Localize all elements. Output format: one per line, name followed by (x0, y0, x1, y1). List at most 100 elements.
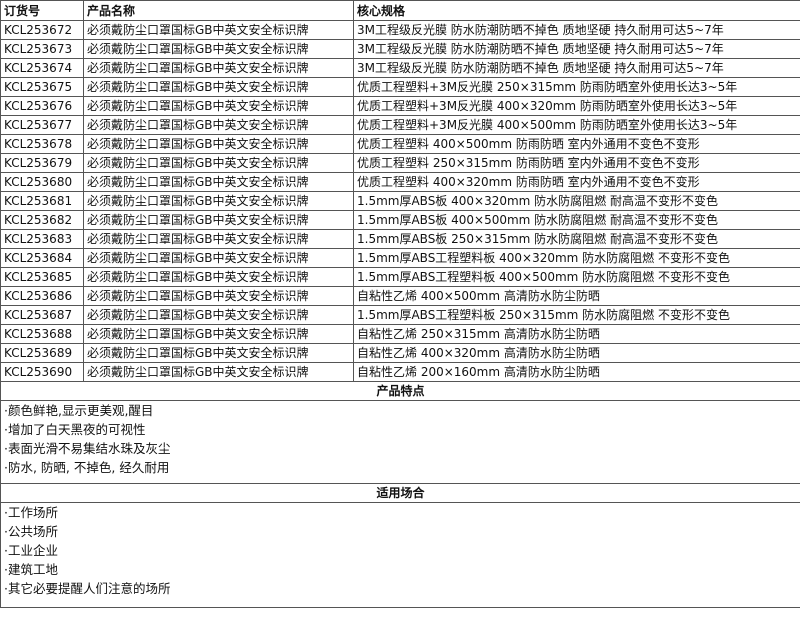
cell-name: 必须戴防尘口罩国标GB中英文安全标识牌 (83, 305, 354, 325)
cell-code: KCL253690 (0, 362, 84, 382)
cell-code: KCL253681 (0, 191, 84, 211)
cell-spec: 3M工程级反光膜 防水防潮防晒不掉色 质地坚硬 持久耐用可达5~7年 (353, 20, 800, 40)
cell-code: KCL253683 (0, 229, 84, 249)
table-row: KCL253689 必须戴防尘口罩国标GB中英文安全标识牌 自粘性乙烯 400×… (0, 343, 800, 363)
product-table: 订货号 产品名称 核心规格 KCL253672 必须戴防尘口罩国标GB中英文安全… (0, 0, 800, 608)
table-row: KCL253673 必须戴防尘口罩国标GB中英文安全标识牌 3M工程级反光膜 防… (0, 39, 800, 59)
place-item: ·建筑工地 (4, 562, 58, 577)
cell-spec: 1.5mm厚ABS工程塑料板 400×500mm 防水防腐阻燃 不变形不变色 (353, 267, 800, 287)
place-item: ·工业企业 (4, 543, 58, 558)
cell-name: 必须戴防尘口罩国标GB中英文安全标识牌 (83, 58, 354, 78)
cell-name: 必须戴防尘口罩国标GB中英文安全标识牌 (83, 210, 354, 230)
table-row: KCL253675 必须戴防尘口罩国标GB中英文安全标识牌 优质工程塑料+3M反… (0, 77, 800, 97)
table-row: KCL253682 必须戴防尘口罩国标GB中英文安全标识牌 1.5mm厚ABS板… (0, 210, 800, 230)
cell-spec: 优质工程塑料+3M反光膜 400×320mm 防雨防晒室外使用长达3~5年 (353, 96, 800, 116)
cell-spec: 优质工程塑料 400×320mm 防雨防晒 室内外通用不变色不变形 (353, 172, 800, 192)
features-title: 产品特点 (0, 381, 800, 401)
feature-item: ·增加了白天黑夜的可视性 (4, 422, 146, 437)
cell-name: 必须戴防尘口罩国标GB中英文安全标识牌 (83, 191, 354, 211)
table-row: KCL253674 必须戴防尘口罩国标GB中英文安全标识牌 3M工程级反光膜 防… (0, 58, 800, 78)
places-header-row: 适用场合 (0, 483, 800, 503)
cell-spec: 1.5mm厚ABS板 250×315mm 防水防腐阻燃 耐高温不变形不变色 (353, 229, 800, 249)
cell-spec: 3M工程级反光膜 防水防潮防晒不掉色 质地坚硬 持久耐用可达5~7年 (353, 39, 800, 59)
place-item: ·公共场所 (4, 524, 58, 539)
cell-spec: 1.5mm厚ABS板 400×320mm 防水防腐阻燃 耐高温不变形不变色 (353, 191, 800, 211)
cell-spec: 优质工程塑料 400×500mm 防雨防晒 室内外通用不变色不变形 (353, 134, 800, 154)
table-row: KCL253676 必须戴防尘口罩国标GB中英文安全标识牌 优质工程塑料+3M反… (0, 96, 800, 116)
table-row: KCL253686 必须戴防尘口罩国标GB中英文安全标识牌 自粘性乙烯 400×… (0, 286, 800, 306)
cell-code: KCL253684 (0, 248, 84, 268)
cell-code: KCL253674 (0, 58, 84, 78)
header-code: 订货号 (0, 0, 84, 21)
cell-code: KCL253673 (0, 39, 84, 59)
table-row: KCL253681 必须戴防尘口罩国标GB中英文安全标识牌 1.5mm厚ABS板… (0, 191, 800, 211)
cell-spec: 自粘性乙烯 250×315mm 高清防水防尘防晒 (353, 324, 800, 344)
feature-item: ·颜色鲜艳,显示更美观,醒目 (4, 403, 154, 418)
cell-name: 必须戴防尘口罩国标GB中英文安全标识牌 (83, 324, 354, 344)
cell-spec: 优质工程塑料+3M反光膜 250×315mm 防雨防晒室外使用长达3~5年 (353, 77, 800, 97)
places-body: ·工作场所 ·公共场所 ·工业企业 ·建筑工地 ·其它必要提醒人们注意的场所 (0, 502, 800, 608)
cell-name: 必须戴防尘口罩国标GB中英文安全标识牌 (83, 134, 354, 154)
table-row: KCL253680 必须戴防尘口罩国标GB中英文安全标识牌 优质工程塑料 400… (0, 172, 800, 192)
table-row: KCL253687 必须戴防尘口罩国标GB中英文安全标识牌 1.5mm厚ABS工… (0, 305, 800, 325)
table-row: KCL253690 必须戴防尘口罩国标GB中英文安全标识牌 自粘性乙烯 200×… (0, 362, 800, 382)
features-body: ·颜色鲜艳,显示更美观,醒目 ·增加了白天黑夜的可视性 ·表面光滑不易集结水珠及… (0, 400, 800, 484)
features-list: ·颜色鲜艳,显示更美观,醒目 ·增加了白天黑夜的可视性 ·表面光滑不易集结水珠及… (4, 402, 800, 478)
cell-name: 必须戴防尘口罩国标GB中英文安全标识牌 (83, 343, 354, 363)
place-item: ·工作场所 (4, 505, 58, 520)
cell-name: 必须戴防尘口罩国标GB中英文安全标识牌 (83, 115, 354, 135)
cell-code: KCL253676 (0, 96, 84, 116)
cell-name: 必须戴防尘口罩国标GB中英文安全标识牌 (83, 229, 354, 249)
table-row: KCL253672 必须戴防尘口罩国标GB中英文安全标识牌 3M工程级反光膜 防… (0, 20, 800, 40)
cell-spec: 优质工程塑料+3M反光膜 400×500mm 防雨防晒室外使用长达3~5年 (353, 115, 800, 135)
cell-code: KCL253675 (0, 77, 84, 97)
cell-name: 必须戴防尘口罩国标GB中英文安全标识牌 (83, 248, 354, 268)
cell-code: KCL253678 (0, 134, 84, 154)
cell-code: KCL253687 (0, 305, 84, 325)
cell-code: KCL253680 (0, 172, 84, 192)
cell-code: KCL253682 (0, 210, 84, 230)
cell-code: KCL253689 (0, 343, 84, 363)
features-header-row: 产品特点 (0, 381, 800, 401)
cell-name: 必须戴防尘口罩国标GB中英文安全标识牌 (83, 362, 354, 382)
table-row: KCL253684 必须戴防尘口罩国标GB中英文安全标识牌 1.5mm厚ABS工… (0, 248, 800, 268)
header-row: 订货号 产品名称 核心规格 (0, 0, 800, 21)
header-name: 产品名称 (83, 0, 354, 21)
cell-code: KCL253679 (0, 153, 84, 173)
cell-code: KCL253685 (0, 267, 84, 287)
cell-spec: 3M工程级反光膜 防水防潮防晒不掉色 质地坚硬 持久耐用可达5~7年 (353, 58, 800, 78)
cell-spec: 1.5mm厚ABS工程塑料板 250×315mm 防水防腐阻燃 不变形不变色 (353, 305, 800, 325)
table-row: KCL253678 必须戴防尘口罩国标GB中英文安全标识牌 优质工程塑料 400… (0, 134, 800, 154)
places-list: ·工作场所 ·公共场所 ·工业企业 ·建筑工地 ·其它必要提醒人们注意的场所 (4, 504, 800, 599)
cell-code: KCL253688 (0, 324, 84, 344)
cell-spec: 1.5mm厚ABS工程塑料板 400×320mm 防水防腐阻燃 不变形不变色 (353, 248, 800, 268)
cell-name: 必须戴防尘口罩国标GB中英文安全标识牌 (83, 39, 354, 59)
cell-spec: 自粘性乙烯 200×160mm 高清防水防尘防晒 (353, 362, 800, 382)
cell-name: 必须戴防尘口罩国标GB中英文安全标识牌 (83, 96, 354, 116)
table-row: KCL253679 必须戴防尘口罩国标GB中英文安全标识牌 优质工程塑料 250… (0, 153, 800, 173)
cell-name: 必须戴防尘口罩国标GB中英文安全标识牌 (83, 77, 354, 97)
feature-item: ·表面光滑不易集结水珠及灰尘 (4, 441, 171, 456)
table-row: KCL253683 必须戴防尘口罩国标GB中英文安全标识牌 1.5mm厚ABS板… (0, 229, 800, 249)
cell-name: 必须戴防尘口罩国标GB中英文安全标识牌 (83, 267, 354, 287)
cell-name: 必须戴防尘口罩国标GB中英文安全标识牌 (83, 153, 354, 173)
cell-spec: 自粘性乙烯 400×500mm 高清防水防尘防晒 (353, 286, 800, 306)
places-title: 适用场合 (0, 483, 800, 503)
cell-code: KCL253677 (0, 115, 84, 135)
cell-spec: 优质工程塑料 250×315mm 防雨防晒 室内外通用不变色不变形 (353, 153, 800, 173)
feature-item: ·防水, 防晒, 不掉色, 经久耐用 (4, 460, 170, 475)
place-item: ·其它必要提醒人们注意的场所 (4, 581, 171, 596)
header-spec: 核心规格 (353, 0, 800, 21)
table-row: KCL253688 必须戴防尘口罩国标GB中英文安全标识牌 自粘性乙烯 250×… (0, 324, 800, 344)
cell-code: KCL253686 (0, 286, 84, 306)
cell-spec: 自粘性乙烯 400×320mm 高清防水防尘防晒 (353, 343, 800, 363)
features-body-row: ·颜色鲜艳,显示更美观,醒目 ·增加了白天黑夜的可视性 ·表面光滑不易集结水珠及… (0, 400, 800, 484)
cell-spec: 1.5mm厚ABS板 400×500mm 防水防腐阻燃 耐高温不变形不变色 (353, 210, 800, 230)
cell-name: 必须戴防尘口罩国标GB中英文安全标识牌 (83, 286, 354, 306)
cell-name: 必须戴防尘口罩国标GB中英文安全标识牌 (83, 172, 354, 192)
places-body-row: ·工作场所 ·公共场所 ·工业企业 ·建筑工地 ·其它必要提醒人们注意的场所 (0, 502, 800, 608)
cell-name: 必须戴防尘口罩国标GB中英文安全标识牌 (83, 20, 354, 40)
cell-code: KCL253672 (0, 20, 84, 40)
table-row: KCL253685 必须戴防尘口罩国标GB中英文安全标识牌 1.5mm厚ABS工… (0, 267, 800, 287)
table-row: KCL253677 必须戴防尘口罩国标GB中英文安全标识牌 优质工程塑料+3M反… (0, 115, 800, 135)
